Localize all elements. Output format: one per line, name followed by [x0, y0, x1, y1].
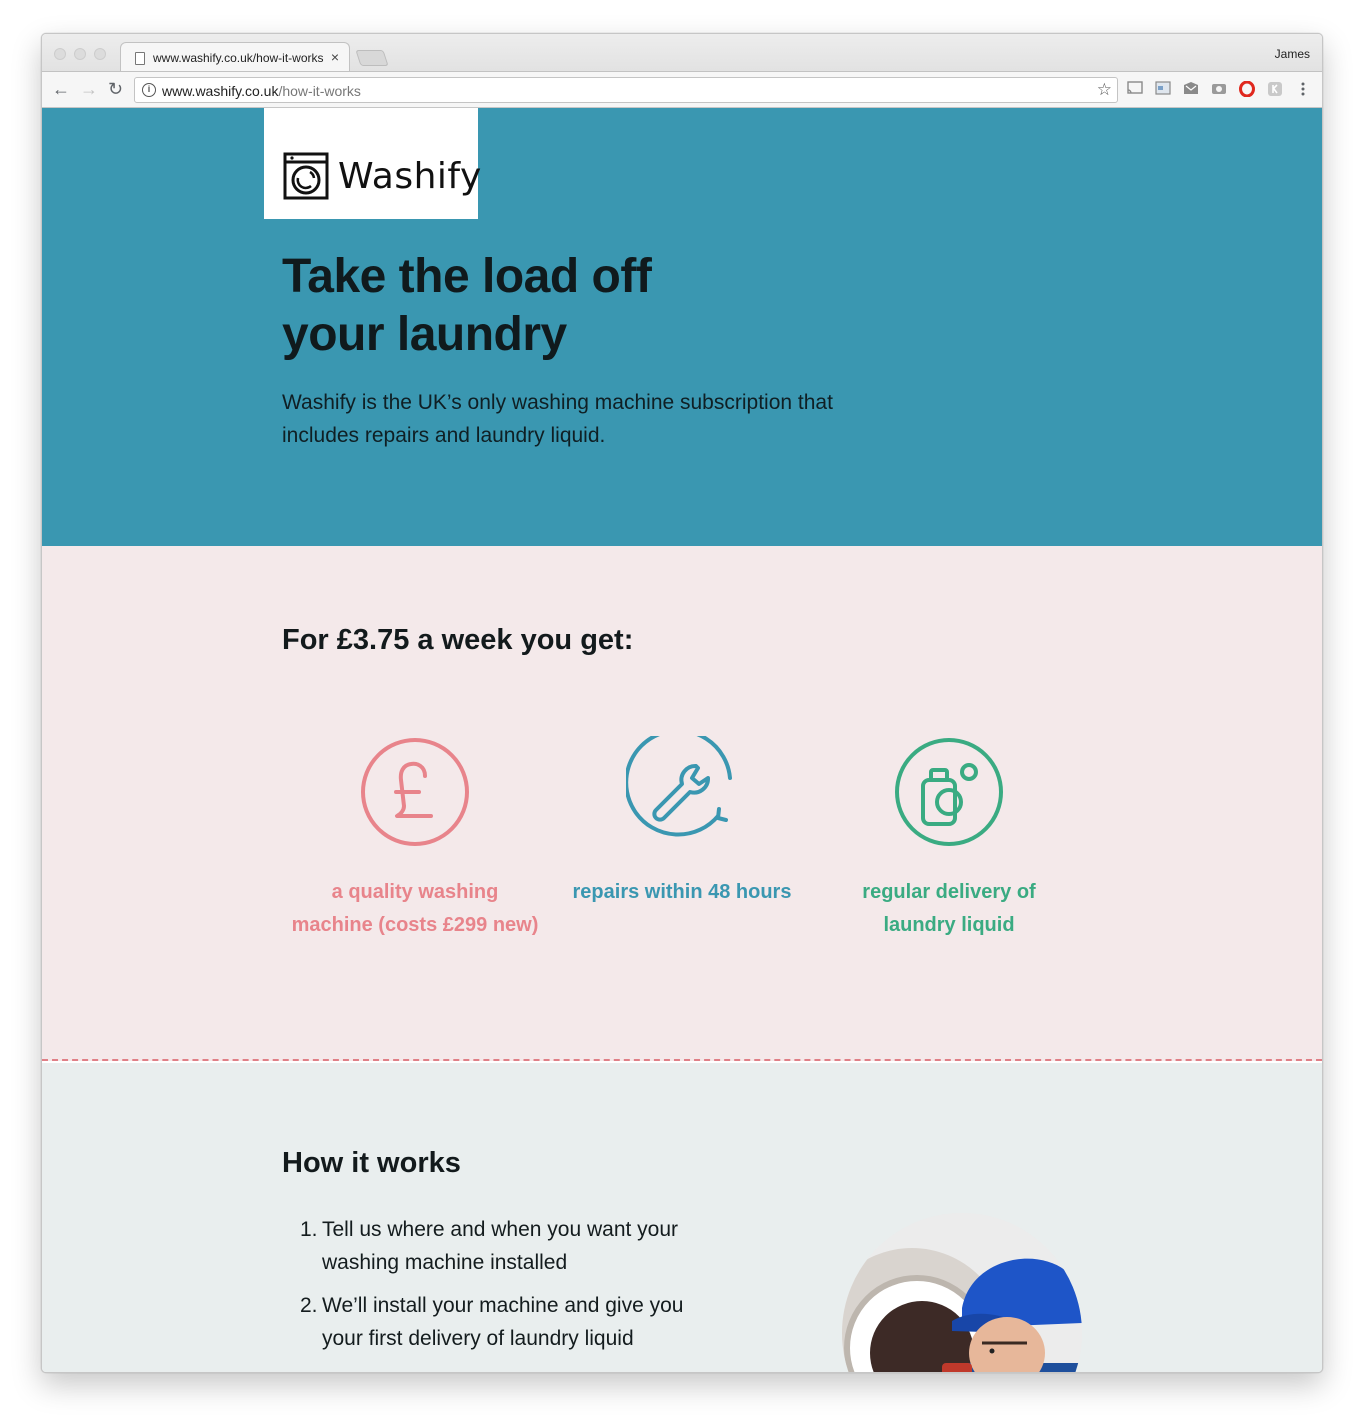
title-bar: www.washify.co.uk/how-it-works × James [42, 34, 1322, 72]
laundry-liquid-icon [895, 738, 1003, 846]
address-bar[interactable]: i www.washify.co.uk/how-it-works ☆ [134, 77, 1118, 103]
logo[interactable]: Washify [264, 108, 481, 219]
how-it-works-title: How it works [282, 1147, 461, 1179]
engineer-illustration [842, 1213, 1082, 1372]
list-item: 1. Tell us where and when you want your … [300, 1213, 730, 1279]
reload-icon[interactable]: ↻ [108, 79, 123, 99]
browser-toolbar: ← → ↻ i www.washify.co.uk/how-it-works ☆ [42, 71, 1322, 108]
star-icon[interactable]: ☆ [1097, 80, 1112, 100]
camera-icon[interactable] [1210, 81, 1228, 99]
how-it-works-section: How it works 1. Tell us where and when y… [42, 1063, 1322, 1372]
k-extension-icon[interactable] [1266, 81, 1284, 99]
url-text[interactable]: www.washify.co.uk/how-it-works [162, 83, 361, 99]
step-text: Tell us where and when you want your was… [322, 1218, 679, 1274]
benefits-title: For £3.75 a week you get: [282, 624, 634, 656]
engineer-photo [842, 1213, 1082, 1372]
benefits-section: For £3.75 a week you get: a quality wash… [42, 546, 1322, 1061]
menu-dots-icon[interactable] [1294, 81, 1312, 99]
tab-title: www.washify.co.uk/how-it-works [153, 51, 324, 65]
cast-icon[interactable] [1126, 81, 1144, 99]
active-tab[interactable]: www.washify.co.uk/how-it-works × [120, 42, 350, 72]
list-item: 2. We’ll install your machine and give y… [300, 1289, 730, 1355]
forward-arrow-icon[interactable]: → [80, 79, 98, 99]
benefit-repairs: repairs within 48 hours [557, 736, 807, 909]
benefit-label: a quality washing machine (costs £299 ne… [291, 881, 539, 936]
page-content: Washify Take the load off your laundry W… [42, 108, 1322, 1372]
close-window-button[interactable] [54, 48, 66, 60]
headline-line-2: your laundry [282, 308, 567, 361]
new-tab-button[interactable] [355, 50, 389, 66]
info-icon[interactable]: i [142, 83, 156, 97]
profile-name[interactable]: James [1275, 47, 1310, 61]
headline-line-1: Take the load off [282, 250, 652, 303]
mail-icon[interactable] [1182, 81, 1200, 99]
minimize-window-button[interactable] [74, 48, 86, 60]
step-text: We’ll install your machine and give you … [322, 1294, 684, 1350]
pound-icon [361, 738, 469, 846]
benefit-liquid: regular delivery of laundry liquid [824, 736, 1074, 942]
hero-section: Washify Take the load off your laundry W… [42, 108, 1322, 546]
page-icon [135, 52, 145, 65]
opera-icon[interactable] [1238, 80, 1256, 99]
benefit-machine: a quality washing machine (costs £299 ne… [290, 736, 540, 942]
zoom-window-button[interactable] [94, 48, 106, 60]
back-arrow-icon[interactable]: ← [52, 79, 70, 99]
benefit-label: repairs within 48 hours [572, 881, 792, 903]
url-domain: www.washify.co.uk [162, 83, 279, 99]
hero-lead-text: Washify is the UK’s only washing machine… [282, 391, 833, 447]
step-number: 2. [300, 1294, 318, 1317]
browser-window: www.washify.co.uk/how-it-works × James ←… [41, 33, 1323, 1373]
steps-list: 1. Tell us where and when you want your … [300, 1213, 730, 1365]
logo-text: Washify [338, 156, 482, 197]
step-number: 1. [300, 1218, 318, 1241]
benefit-label: regular delivery of laundry liquid [862, 881, 1036, 936]
close-tab-icon[interactable]: × [331, 49, 339, 65]
page-headline: Take the load off your laundry [282, 248, 782, 364]
url-path: /how-it-works [278, 83, 361, 99]
wrench-icon [626, 736, 732, 837]
extension-icon[interactable] [1154, 81, 1172, 99]
washing-machine-icon [283, 152, 329, 200]
